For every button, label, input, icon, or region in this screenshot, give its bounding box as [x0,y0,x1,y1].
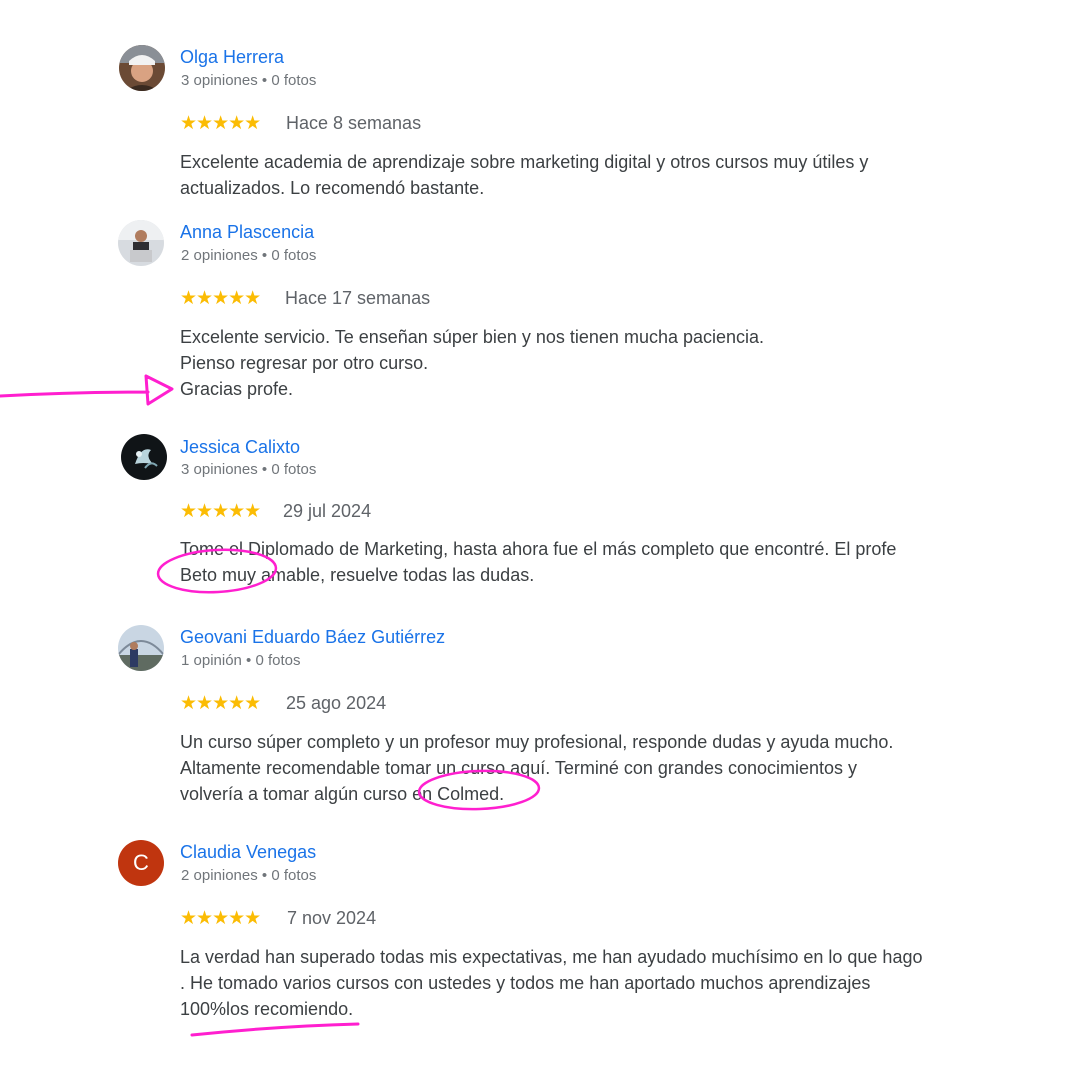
star-rating: ★★★★★ [180,693,261,714]
reviewer-name[interactable]: Anna Plascencia [180,222,314,243]
reviewer-name[interactable]: Jessica Calixto [180,437,300,458]
review-date: 25 ago 2024 [286,693,387,713]
avatar[interactable] [121,434,167,480]
review-text: La verdad han superado todas mis expecta… [180,947,923,1019]
reviewer-meta: 3 opiniones • 0 fotos [181,72,317,89]
avatar[interactable] [118,625,164,671]
reviewer-name[interactable]: Olga Herrera [180,47,284,68]
review-text: Excelente servicio. Te enseñan súper bie… [180,327,765,399]
avatar[interactable] [119,45,165,91]
annotation-arrow [0,374,174,406]
review-date: 7 nov 2024 [287,908,377,928]
review-text: Tome el Diplomado de Marketing, hasta ah… [180,539,897,585]
star-rating: ★★★★★ [180,288,261,309]
reviewer-meta: 2 opiniones • 0 fotos [181,867,317,884]
avatar[interactable] [118,220,164,266]
star-rating: ★★★★★ [180,501,261,522]
annotation-underline [190,1022,360,1037]
reviewer-meta: 3 opiniones • 0 fotos [181,461,317,478]
reviewer-meta: 2 opiniones • 0 fotos [181,247,317,264]
review-text: Excelente academia de aprendizaje sobre … [180,152,869,198]
avatar[interactable]: C [118,840,164,886]
review-text: Un curso súper completo y un profesor mu… [180,732,894,804]
review-date: Hace 17 semanas [285,288,431,308]
reviewer-name[interactable]: Claudia Venegas [180,842,316,863]
reviewer-name[interactable]: Geovani Eduardo Báez Gutiérrez [180,627,445,648]
star-rating: ★★★★★ [180,113,261,134]
review-date: 29 jul 2024 [283,501,372,521]
reviewer-meta: 1 opinión • 0 fotos [181,652,301,669]
review-date: Hace 8 semanas [286,113,422,133]
star-rating: ★★★★★ [180,908,261,929]
